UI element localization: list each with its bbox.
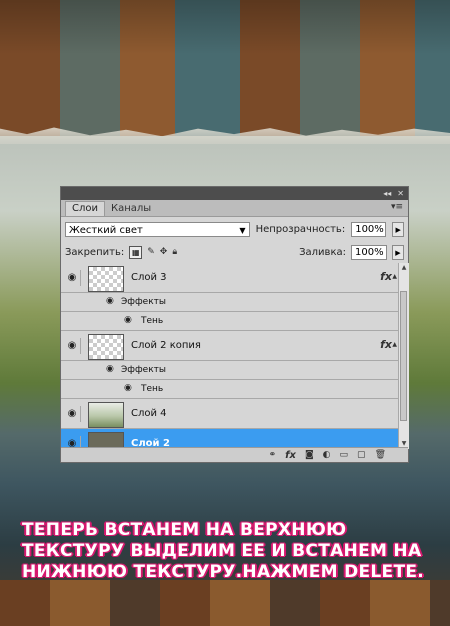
blend-row: Жесткий свет ▼ Непрозрачность: 100% ▶ [61, 217, 408, 241]
layers-list: ◉ Слой 3 fx ▲ ◉ Эффекты ◉ Тень ◉ Слой 2 … [61, 263, 398, 459]
effects-label: Эффекты [121, 297, 166, 307]
fill-input[interactable]: 100% [351, 244, 387, 260]
shadow-eye-icon[interactable]: ◉ [124, 315, 132, 325]
adjustment-layer-icon[interactable]: ◐ [323, 450, 331, 460]
blend-mode-value: Жесткий свет [69, 224, 143, 236]
shadow-eye-icon[interactable]: ◉ [124, 383, 132, 393]
effects-row[interactable]: ◉ Эффекты [61, 293, 398, 312]
effects-eye-icon[interactable]: ◉ [106, 296, 114, 306]
layer-name: Слой 3 [131, 272, 167, 283]
blend-mode-select[interactable]: Жесткий свет ▼ [65, 221, 250, 237]
lock-transparency-icon[interactable]: ▦ [129, 245, 143, 259]
fx-icon[interactable]: fx [380, 338, 392, 351]
panel-titlebar: ◂◂ ✕ [61, 187, 408, 200]
layer-thumbnail [88, 402, 124, 428]
layer-row-2-copy[interactable]: ◉ Слой 2 копия fx ▲ [61, 331, 398, 361]
fill-label: Заливка: [299, 246, 346, 258]
panel-footer: ⚭ fx ◙ ◐ ▭ ▢ 🗑︎ [61, 447, 408, 462]
effects-row[interactable]: ◉ Эффекты [61, 361, 398, 380]
panel-tabs: Слои Каналы ▾≡ [61, 200, 408, 217]
trash-icon[interactable]: 🗑︎ [375, 450, 386, 460]
layers-panel: ◂◂ ✕ Слои Каналы ▾≡ Жесткий свет ▼ Непро… [60, 186, 409, 463]
layer-thumbnail [88, 266, 124, 292]
new-group-icon[interactable]: ▭ [340, 450, 349, 460]
layers-scrollbar[interactable]: ▲ ▼ [398, 263, 409, 449]
tab-channels[interactable]: Каналы [105, 202, 157, 216]
layer-thumbnail [88, 334, 124, 360]
effect-name: Тень [141, 384, 164, 394]
opacity-stepper-icon[interactable]: ▶ [392, 221, 404, 237]
bottom-stone-texture [0, 580, 450, 626]
visibility-eye-icon[interactable]: ◉ [64, 406, 81, 422]
add-mask-icon[interactable]: ◙ [305, 450, 314, 460]
fill-stepper-icon[interactable]: ▶ [392, 244, 404, 260]
effects-eye-icon[interactable]: ◉ [106, 364, 114, 374]
effect-shadow-row[interactable]: ◉ Тень [61, 380, 398, 399]
lock-all-icon[interactable]: 🔒︎ [172, 247, 177, 257]
layer-name: Слой 2 копия [131, 340, 201, 351]
layer-row-3[interactable]: ◉ Слой 3 fx ▲ [61, 263, 398, 293]
opacity-input[interactable]: 100% [351, 221, 387, 237]
effect-name: Тень [141, 316, 164, 326]
link-layers-icon[interactable]: ⚭ [269, 450, 277, 460]
effect-shadow-row[interactable]: ◉ Тень [61, 312, 398, 331]
close-icon[interactable]: ✕ [397, 187, 404, 200]
tab-layers[interactable]: Слои [65, 201, 105, 216]
caption-line-2: ТЕКСТУРУ ВЫДЕЛИМ ЕЕ И ВСТАНЕМ НА [22, 541, 422, 561]
lock-paint-icon[interactable]: ✎ [147, 247, 155, 257]
lock-row: Закрепить: ▦ ✎ ✥ 🔒︎ Заливка: 100% ▶ [61, 241, 408, 264]
lock-label: Закрепить: [65, 246, 125, 258]
layer-name: Слой 4 [131, 408, 167, 419]
fx-icon[interactable]: fx [380, 270, 392, 283]
caption-line-3: НИЖНЮЮ ТЕКСТУРУ.НАЖМЕМ DELETE. [22, 562, 425, 582]
collapse-icon[interactable]: ◂◂ [383, 187, 391, 200]
fx-expand-icon[interactable]: ▲ [392, 273, 397, 280]
opacity-label: Непрозрачность: [255, 223, 346, 235]
lock-move-icon[interactable]: ✥ [160, 247, 168, 257]
panel-menu-icon[interactable]: ▾≡ [391, 202, 403, 212]
visibility-eye-icon[interactable]: ◉ [64, 338, 81, 354]
layer-row-4[interactable]: ◉ Слой 4 [61, 399, 398, 429]
add-style-icon[interactable]: fx [285, 450, 296, 461]
fx-expand-icon[interactable]: ▲ [392, 341, 397, 348]
effects-label: Эффекты [121, 365, 166, 375]
visibility-eye-icon[interactable]: ◉ [64, 270, 81, 286]
instruction-caption: ТЕПЕРЬ ВСТАНЕМ НА ВЕРХНЮЮ ТЕКСТУРУ ВЫДЕЛ… [22, 520, 432, 583]
stone-wall-texture [0, 0, 450, 136]
scroll-thumb[interactable] [400, 291, 407, 421]
caption-line-1: ТЕПЕРЬ ВСТАНЕМ НА ВЕРХНЮЮ [22, 520, 347, 540]
scroll-up-icon[interactable]: ▲ [399, 263, 409, 273]
new-layer-icon[interactable]: ▢ [357, 450, 366, 460]
dropdown-arrow-icon: ▼ [239, 225, 246, 235]
